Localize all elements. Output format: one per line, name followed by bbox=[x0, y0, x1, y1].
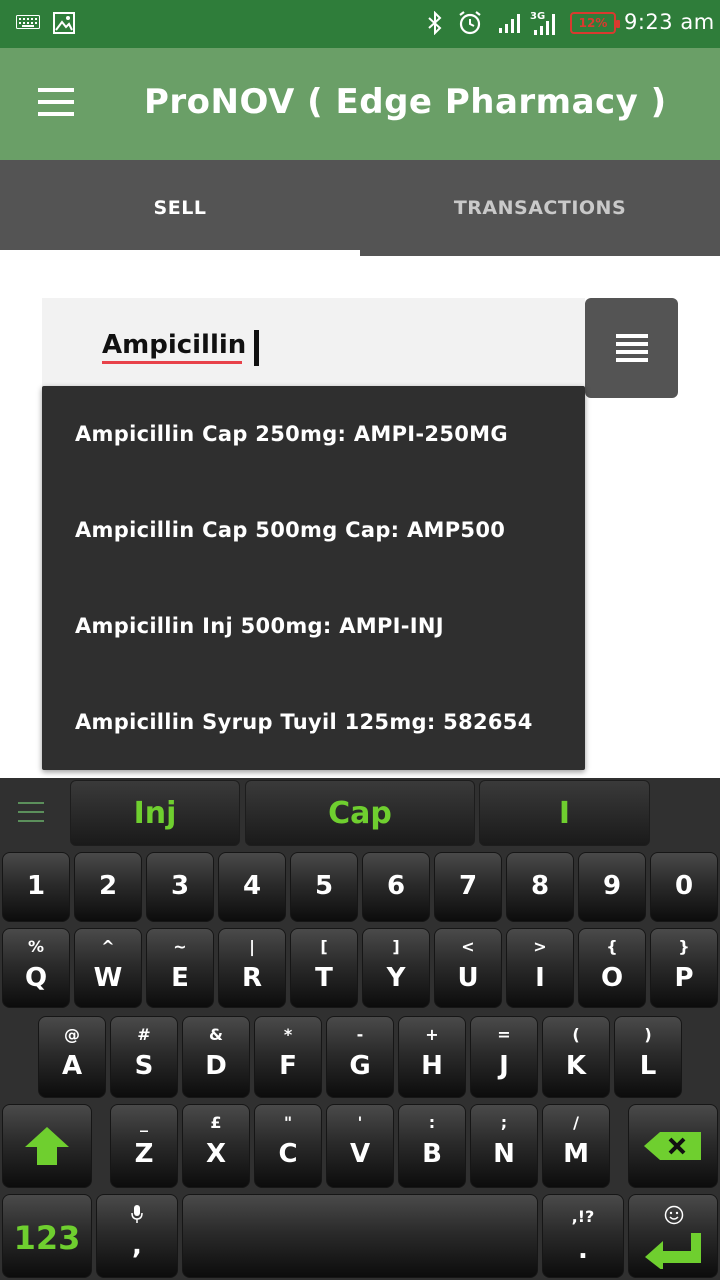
word-suggestion[interactable]: Inj bbox=[70, 780, 240, 846]
key-x[interactable]: £ X bbox=[182, 1104, 250, 1188]
app-bar: ProNOV ( Edge Pharmacy ) bbox=[0, 48, 720, 160]
key-a[interactable]: @ A bbox=[38, 1016, 106, 1098]
key-q[interactable]: % Q bbox=[2, 928, 70, 1008]
key-7[interactable]: 7 bbox=[434, 852, 502, 922]
microphone-icon bbox=[131, 1205, 143, 1223]
enter-arrow-icon bbox=[645, 1233, 701, 1269]
key-j[interactable]: = J bbox=[470, 1016, 538, 1098]
signal-3g-icon: 3G bbox=[530, 10, 560, 36]
battery-level: 12% bbox=[578, 16, 608, 30]
status-time: 9:23 am bbox=[624, 10, 715, 34]
text-cursor bbox=[254, 330, 259, 366]
key-1[interactable]: 1 bbox=[2, 852, 70, 922]
enter-key[interactable] bbox=[628, 1194, 718, 1278]
signal-icon bbox=[496, 10, 524, 36]
autocomplete-dropdown: Ampicillin Cap 250mg: AMPI-250MG Ampicil… bbox=[42, 386, 585, 770]
key-d[interactable]: & D bbox=[182, 1016, 250, 1098]
key-m[interactable]: / M bbox=[542, 1104, 610, 1188]
key-p[interactable]: } P bbox=[650, 928, 718, 1008]
key-i[interactable]: > I bbox=[506, 928, 574, 1008]
suggestion-item[interactable]: Ampicillin Cap 500mg Cap: AMP500 bbox=[75, 518, 505, 542]
key-w[interactable]: ^ W bbox=[74, 928, 142, 1008]
key-b[interactable]: :B bbox=[398, 1104, 466, 1188]
shift-key[interactable] bbox=[2, 1104, 92, 1188]
key-k[interactable]: (K bbox=[542, 1016, 610, 1098]
word-suggestion[interactable]: I bbox=[479, 780, 650, 846]
suggestion-item[interactable]: Ampicillin Cap 250mg: AMPI-250MG bbox=[75, 422, 508, 446]
key-g[interactable]: -G bbox=[326, 1016, 394, 1098]
network-label: 3G bbox=[530, 11, 545, 22]
tab-bar: SELL TRANSACTIONS bbox=[0, 160, 720, 256]
key-f[interactable]: * F bbox=[254, 1016, 322, 1098]
keyboard-menu-icon[interactable] bbox=[18, 802, 44, 824]
soft-keyboard: Inj Cap I 1 2 3 4 5 6 7 8 9 0 % Q ^ W ~ E |… bbox=[0, 778, 720, 1280]
key-4[interactable]: 4 bbox=[218, 852, 286, 922]
key-9[interactable]: 9 bbox=[578, 852, 646, 922]
key-8[interactable]: 8 bbox=[506, 852, 574, 922]
key-0[interactable]: 0 bbox=[650, 852, 718, 922]
spellcheck-underline bbox=[102, 361, 242, 364]
key-y[interactable]: ] Y bbox=[362, 928, 430, 1008]
key-5[interactable]: 5 bbox=[290, 852, 358, 922]
status-bar: 3G 12% 9:23 am bbox=[0, 0, 720, 48]
period-key[interactable]: ,!? . bbox=[542, 1194, 624, 1278]
search-input-value[interactable]: Ampicillin bbox=[102, 330, 246, 360]
bluetooth-icon bbox=[424, 10, 446, 36]
key-s[interactable]: # S bbox=[110, 1016, 178, 1098]
key-e[interactable]: ~ E bbox=[146, 928, 214, 1008]
hamburger-menu-icon[interactable] bbox=[38, 88, 74, 118]
spacebar-key[interactable] bbox=[182, 1194, 538, 1278]
backspace-key[interactable] bbox=[628, 1104, 718, 1188]
comma-key[interactable]: , bbox=[96, 1194, 178, 1278]
key-r[interactable]: | R bbox=[218, 928, 286, 1008]
suggestion-item[interactable]: Ampicillin Inj 500mg: AMPI-INJ bbox=[75, 614, 444, 638]
keyboard-icon bbox=[16, 10, 40, 36]
key-n[interactable]: ; N bbox=[470, 1104, 538, 1188]
alarm-icon bbox=[456, 10, 484, 36]
active-tab-indicator bbox=[0, 250, 360, 256]
shift-arrow-icon bbox=[25, 1127, 69, 1165]
app-title: ProNOV ( Edge Pharmacy ) bbox=[144, 82, 667, 122]
suggestion-item[interactable]: Ampicillin Syrup Tuyil 125mg: 582654 bbox=[75, 710, 533, 734]
key-l[interactable]: ) L bbox=[614, 1016, 682, 1098]
list-view-button[interactable] bbox=[585, 298, 678, 398]
smiley-icon bbox=[664, 1205, 684, 1225]
key-z[interactable]: _ Z bbox=[110, 1104, 178, 1188]
key-3[interactable]: 3 bbox=[146, 852, 214, 922]
key-u[interactable]: < U bbox=[434, 928, 502, 1008]
key-6[interactable]: 6 bbox=[362, 852, 430, 922]
key-h[interactable]: + H bbox=[398, 1016, 466, 1098]
key-2[interactable]: 2 bbox=[74, 852, 142, 922]
symbols-key[interactable]: 123 bbox=[2, 1194, 92, 1278]
key-c[interactable]: " C bbox=[254, 1104, 322, 1188]
key-v[interactable]: ' V bbox=[326, 1104, 394, 1188]
tab-transactions[interactable]: TRANSACTIONS bbox=[360, 160, 720, 256]
key-t[interactable]: [T bbox=[290, 928, 358, 1008]
battery-icon: 12% bbox=[570, 12, 620, 34]
tab-sell[interactable]: SELL bbox=[0, 160, 360, 256]
backspace-icon bbox=[644, 1132, 701, 1160]
word-suggestion[interactable]: Cap bbox=[245, 780, 475, 846]
key-o[interactable]: {O bbox=[578, 928, 646, 1008]
image-icon bbox=[52, 10, 76, 36]
